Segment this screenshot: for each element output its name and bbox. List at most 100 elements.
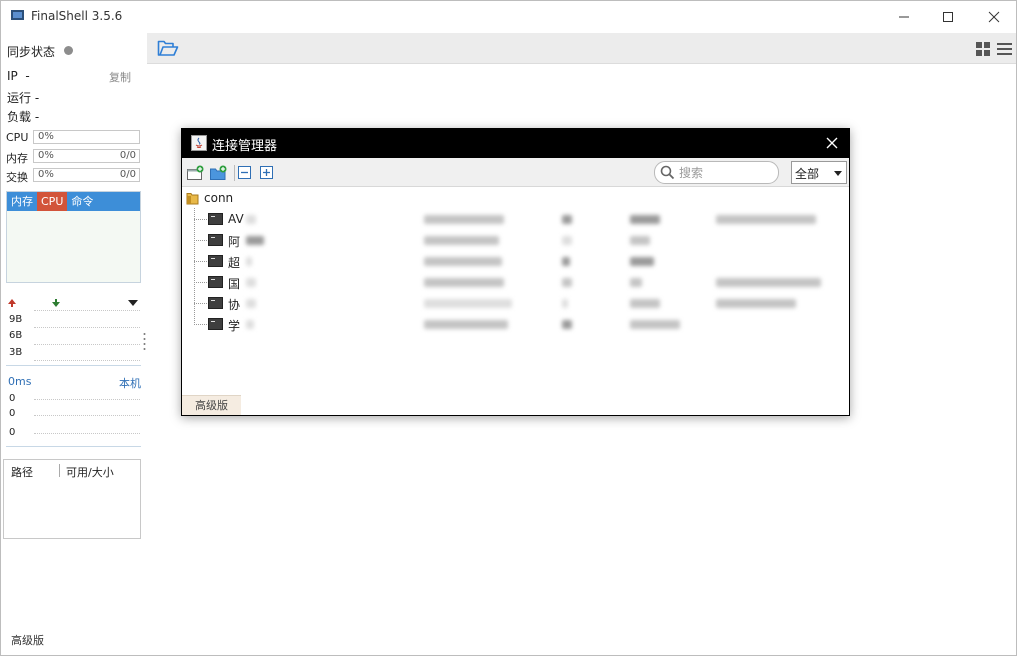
edition-label[interactable]: 高级版: [11, 632, 44, 648]
folder-icon: [186, 193, 199, 205]
tree-branch-line: [194, 261, 207, 262]
app-title: FinalShell 3.5.6: [31, 9, 123, 23]
search-input[interactable]: [679, 165, 773, 181]
grid-line: [34, 399, 140, 400]
minimize-icon: [899, 16, 909, 17]
mem-label: 内存: [6, 152, 28, 165]
cpu-label: CPU: [6, 131, 29, 144]
upload-arrow-icon: [8, 299, 16, 307]
latency-monitor: 0ms 本机 0 0 0: [6, 373, 141, 448]
tab-command[interactable]: 命令: [67, 192, 97, 211]
terminal-icon: [208, 255, 223, 267]
column-divider: [59, 464, 60, 477]
tree-branch-line: [194, 303, 207, 304]
terminal-icon: [208, 297, 223, 309]
search-box: [654, 161, 779, 184]
swap-percent: 0%: [38, 169, 54, 180]
connection-name: 学: [228, 319, 241, 333]
grid-view-icon[interactable]: [976, 42, 990, 56]
new-connection-icon[interactable]: [187, 165, 204, 180]
resize-handle[interactable]: [143, 332, 146, 352]
interface-dropdown-icon[interactable]: [128, 299, 138, 307]
grid-line: [34, 415, 140, 416]
close-icon: [988, 11, 1000, 22]
tree-row-connection[interactable]: 超: [194, 251, 834, 272]
edition-tab[interactable]: 高级版: [182, 395, 241, 415]
close-button[interactable]: [971, 1, 1017, 32]
mem-count: 0/0: [119, 150, 136, 161]
connection-name: 协: [228, 298, 241, 312]
latency-axis-label: 0: [9, 427, 16, 438]
status-panel: 同步状态 IP - 复制 运行 - 负载 - CPU 0% 内存 0% 0/0 …: [1, 33, 146, 653]
group-filter-select[interactable]: 全部: [791, 161, 847, 184]
tree-row-connection[interactable]: AV: [194, 209, 834, 230]
network-chart: 9B 6B 3B: [6, 310, 141, 366]
connection-name: 国: [228, 277, 241, 291]
dialog-title-bar: 连接管理器: [182, 129, 849, 158]
terminal-icon: [208, 276, 223, 288]
finalshell-logo-icon: [11, 10, 24, 20]
tab-cpu[interactable]: CPU: [37, 192, 68, 211]
tree-row-connection[interactable]: 阿: [194, 230, 834, 251]
connection-manager-dialog: 连接管理器 搜索 全部 conn AV 阿 超 国 协 学 高级版: [181, 128, 850, 416]
tree-folder-conn[interactable]: conn: [186, 191, 233, 205]
close-icon: [826, 137, 838, 149]
disk-header-path: 路径: [11, 466, 33, 479]
latency-axis-label: 0: [9, 408, 16, 419]
download-arrow-icon: [52, 299, 60, 307]
dialog-close-button[interactable]: [821, 133, 843, 153]
mem-meter: 0% 0/0: [33, 149, 140, 163]
list-view-icon[interactable]: [997, 42, 1012, 56]
latency-axis-label: 0: [9, 393, 16, 404]
main-toolbar: [147, 33, 1016, 64]
connection-name: 超: [228, 256, 241, 270]
process-table: 内存 CPU 命令: [6, 191, 141, 283]
mem-percent: 0%: [38, 150, 54, 161]
minimize-button[interactable]: [881, 1, 927, 32]
tree-branch-line: [194, 324, 207, 325]
maximize-icon: [943, 11, 953, 22]
tree-row-connection[interactable]: 学: [194, 314, 834, 335]
disk-header-size: 可用/大小: [66, 466, 114, 479]
latency-value: 0ms: [8, 375, 32, 388]
dialog-toolbar: 全部: [182, 158, 849, 187]
terminal-icon: [208, 234, 223, 246]
swap-label: 交换: [6, 171, 28, 184]
grid-line: [34, 344, 140, 345]
cpu-meter: 0%: [33, 130, 140, 144]
tree-row-connection[interactable]: 协: [194, 293, 834, 314]
expand-all-icon[interactable]: [260, 166, 273, 179]
ip-label: IP -: [7, 69, 30, 83]
sync-status-indicator: [64, 46, 73, 55]
tree-branch-line: [194, 282, 207, 283]
grid-line: [34, 360, 140, 361]
load-row: 负载 -: [7, 110, 40, 124]
run-time-row: 运行 -: [7, 91, 40, 105]
toolbar-separator: [234, 165, 235, 181]
new-folder-icon[interactable]: [210, 165, 227, 180]
tree-branch-line: [194, 240, 207, 241]
folder-label: conn: [204, 191, 234, 205]
maximize-button[interactable]: [925, 1, 971, 32]
tab-memory[interactable]: 内存: [7, 192, 37, 211]
tree-row-connection[interactable]: 国: [194, 272, 834, 293]
grid-line: [34, 327, 140, 328]
grid-line: [34, 433, 140, 434]
sync-status-label: 同步状态: [7, 45, 56, 59]
collapse-all-icon[interactable]: [238, 166, 251, 179]
connection-name: 阿: [228, 235, 241, 249]
process-tabs: 内存 CPU 命令: [7, 192, 140, 211]
copy-ip-button[interactable]: 复制: [109, 69, 131, 85]
dialog-title: 连接管理器: [212, 139, 278, 154]
connection-name: AV: [228, 212, 244, 226]
latency-target[interactable]: 本机: [119, 375, 141, 391]
search-icon: [660, 165, 675, 180]
swap-meter: 0% 0/0: [33, 168, 140, 182]
open-folder-icon[interactable]: [157, 40, 179, 57]
connection-tree: conn AV 阿 超 国 协 学: [182, 188, 849, 393]
terminal-icon: [208, 318, 223, 330]
group-filter-value: 全部: [795, 167, 820, 181]
grid-line: [34, 310, 140, 311]
disk-table: 路径 可用/大小: [3, 459, 141, 539]
net-axis-label: 6B: [9, 330, 23, 341]
